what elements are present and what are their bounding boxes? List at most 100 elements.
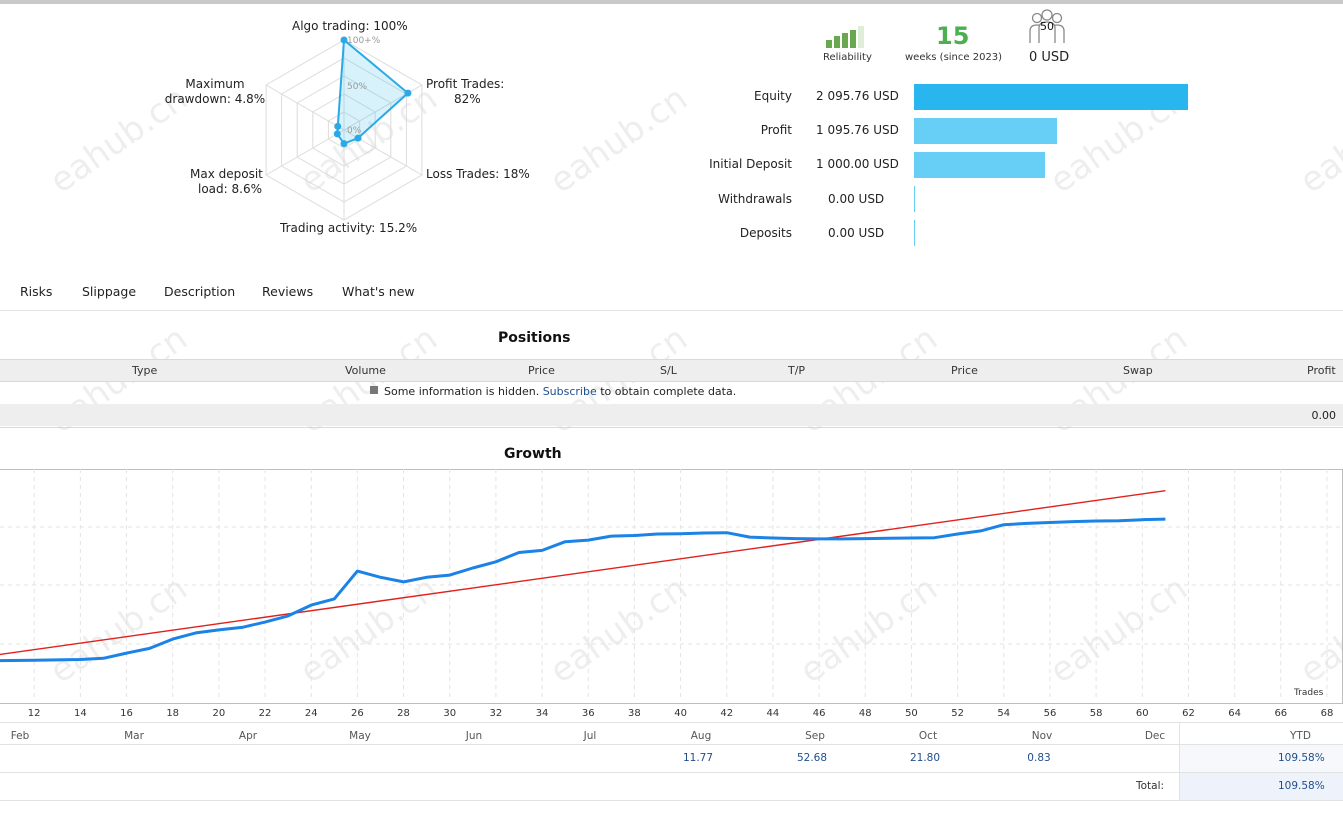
months-divider-top [0,722,1343,723]
tabs-divider [0,310,1343,311]
x-tick-label: 66 [1274,708,1288,719]
radar-label-max-drawdown: Maximum drawdown: 4.8% [160,77,270,107]
radar-label-max-drawdown-title: Maximum [185,77,245,91]
radar-label-trading-activity: Trading activity: 15.2% [280,221,418,235]
month-label: Apr [238,730,258,742]
x-tick-label: 24 [304,708,318,719]
radar-label-profit-trades-value: 82% [454,92,481,106]
equity-label: Equity [754,89,792,103]
weeks-value: 15 [936,22,970,50]
x-tick-label: 42 [720,708,734,719]
radar-label-max-deposit-value: load: 8.6% [198,182,262,196]
bottom-divider [0,800,1343,801]
total-label: Total: [1136,780,1165,792]
month-label: Aug [690,730,712,742]
x-tick-label: 52 [951,708,964,719]
subscribers-price: 0 USD [1029,50,1070,65]
total-value: 109.58% [1278,780,1325,792]
x-tick-label: 16 [120,708,133,719]
col-volume: Volume [345,364,386,377]
positions-divider [0,427,1343,428]
tab-slippage[interactable]: Slippage [82,284,136,299]
month-label: Sep [805,730,825,742]
radar-label-max-deposit-load: Max deposit load: 8.6% [190,167,263,197]
x-tick-label: 68 [1320,708,1334,719]
profit-value: 1 095.76 USD [816,123,899,137]
radar-label-max-drawdown-value: drawdown: 4.8% [164,92,266,106]
x-tick-label: 38 [628,708,641,719]
tab-reviews[interactable]: Reviews [262,284,313,299]
col-type: Type [132,364,158,377]
tab-whats-new[interactable]: What's new [342,284,415,299]
deposits-bar [914,220,915,246]
tab-risks[interactable]: Risks [20,284,52,299]
x-tick-label: 54 [997,708,1011,719]
radar-point-profit-trades [404,89,412,97]
weeks-label: weeks (since 2023) [905,52,1003,63]
subscribers-count: 50 [1040,20,1054,33]
radar-label-loss-trades: Loss Trades: 18% [426,167,530,181]
radar-label-algo-trading: Algo trading: 100% [292,19,408,33]
withdrawals-label: Withdrawals [718,192,792,206]
ytd-label: YTD [1290,730,1311,742]
deposits-label: Deposits [739,226,792,240]
subscribe-link[interactable]: Subscribe [543,385,597,398]
x-tick-label: 22 [258,708,272,719]
col-price-current: Price [951,364,978,377]
radar-point-trading-activity [340,140,348,148]
col-tp: T/P [788,364,806,377]
deposits-value: 0.00 USD [828,226,885,240]
trend-line [0,490,1166,656]
x-tick-label: 28 [397,708,410,719]
x-tick-label: 18 [166,708,180,719]
month-label: Mar [124,730,144,742]
x-tick-label: 64 [1228,708,1241,719]
x-tick-label: 12 [27,708,41,719]
radar-label-profit-trades-title: Profit Trades: [426,77,505,91]
x-tick-label: 40 [674,708,687,719]
x-tick-label: 36 [581,708,595,719]
growth-line [0,517,1166,663]
hidden-info-row: Some information is hidden. Subscribe to… [0,381,1343,403]
values-divider [0,772,1343,773]
month-label: Nov [1031,730,1053,742]
tab-description[interactable]: Description [164,284,235,299]
radar-scale-100: 100+% [347,36,381,46]
x-tick-label: 26 [351,708,364,719]
lock-icon [370,386,378,394]
x-tick-label: 32 [489,708,503,719]
radar-point-max-drawdown [334,122,342,130]
month-return: 21.80 [909,752,941,764]
col-swap: Swap [1123,364,1153,377]
month-label: Feb [10,730,30,742]
trades-axis-label: Trades [1294,688,1324,698]
month-label: Dec [1144,730,1166,742]
initial-deposit-value: 1 000.00 USD [816,157,899,171]
col-profit: Profit [1307,364,1336,377]
top-border [0,0,1343,4]
month-label: May [349,730,371,742]
month-return: 11.77 [682,752,714,764]
x-tick-label: 44 [766,708,780,719]
radar-axis [265,84,345,131]
x-tick-label: 30 [443,708,457,719]
hidden-info-suffix: to obtain complete data. [600,385,737,398]
x-tick-label: 56 [1043,708,1057,719]
month-return: 0.83 [1027,752,1051,764]
growth-chart [0,469,1343,701]
equity-bar [914,84,1188,110]
hidden-info-prefix: Some information is hidden. [384,385,540,398]
x-tick-label: 34 [535,708,549,719]
radar-point-max-deposit-load [333,130,341,138]
equity-value: 2 095.76 USD [816,89,899,103]
month-label: Jul [583,730,597,742]
watermark: eahub.cn [1292,78,1343,202]
ytd-value: 109.58% [1278,752,1325,764]
positions-total-profit: 0.00 [1311,409,1337,422]
col-price: Price [528,364,555,377]
x-tick-label: 50 [905,708,918,719]
growth-title: Growth [504,446,562,462]
radar-label-profit-trades: Profit Trades: 82% [426,77,504,107]
initial-deposit-bar [914,152,1045,178]
grid-lines [0,469,1343,701]
